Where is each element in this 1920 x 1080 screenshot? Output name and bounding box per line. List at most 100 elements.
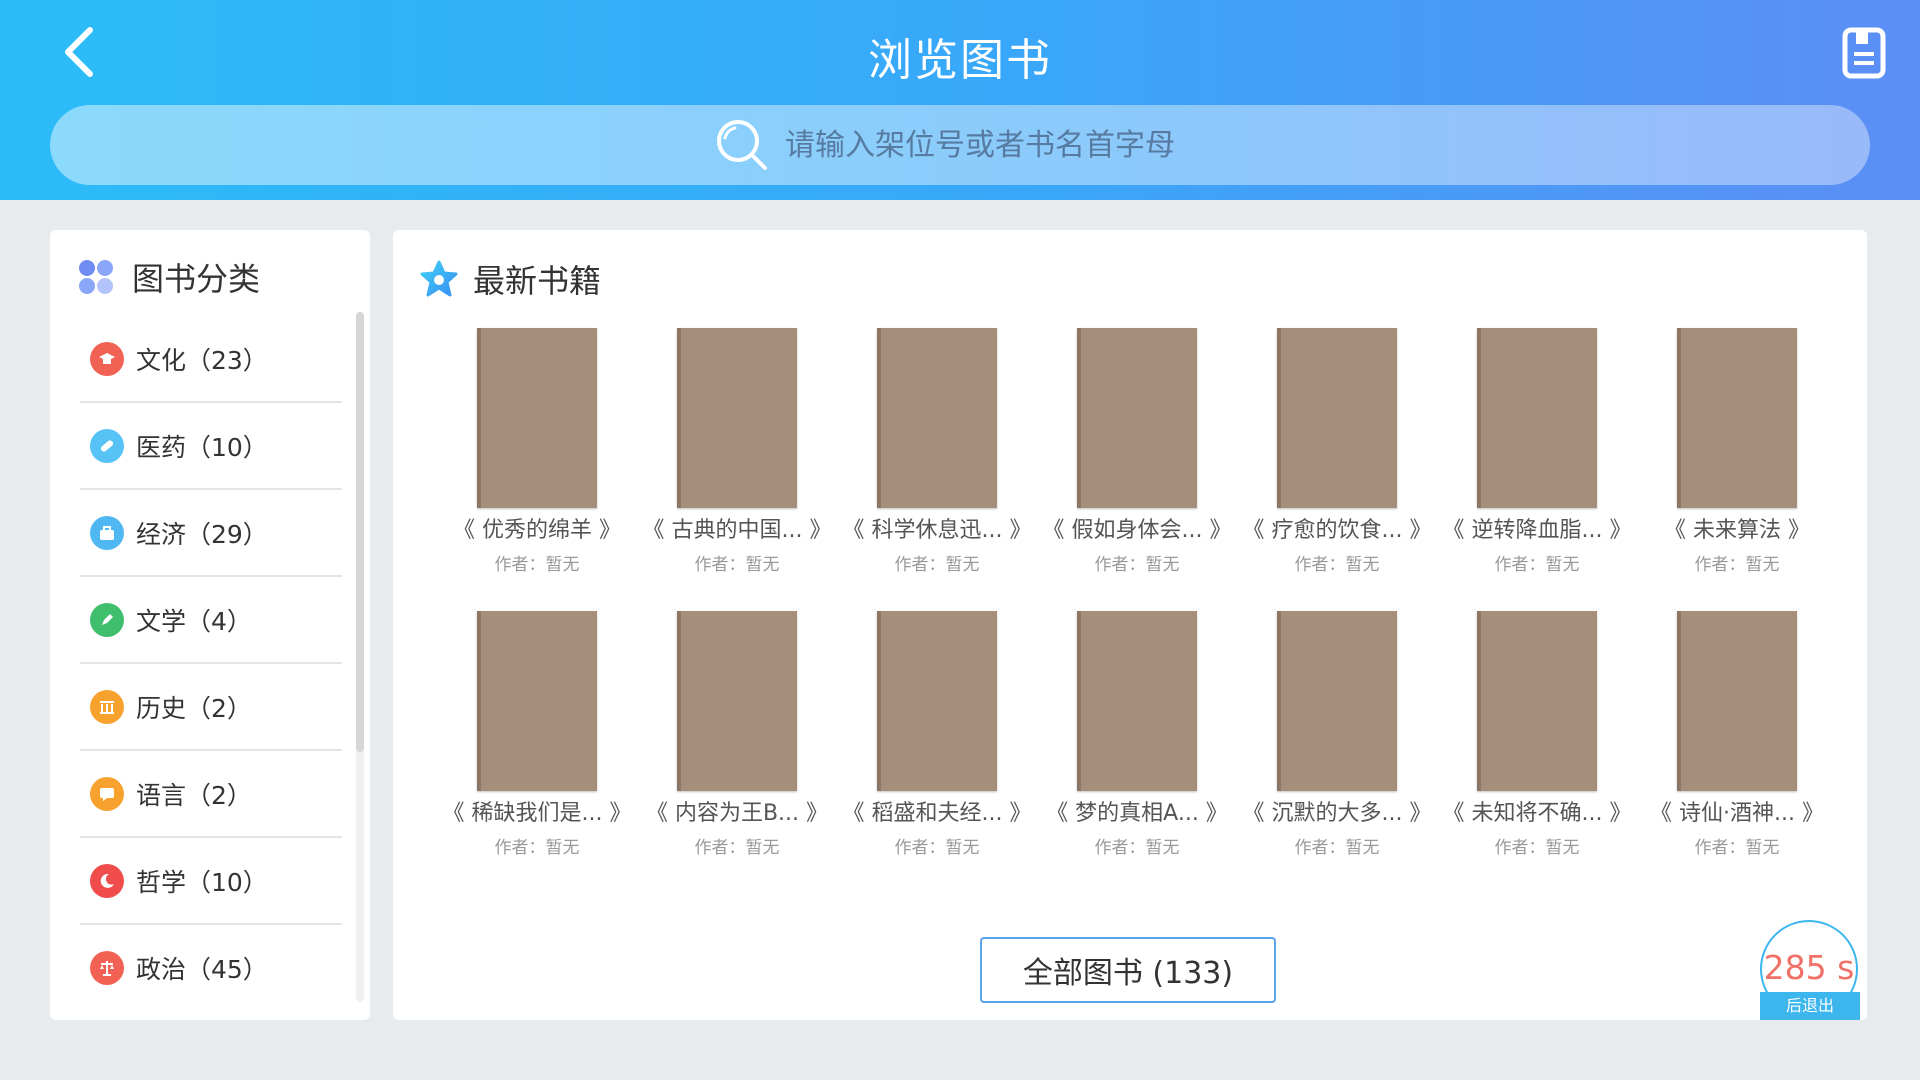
book-author: 作者：暂无 [1094, 555, 1180, 575]
main-title: 最新书籍 [473, 262, 602, 300]
latest-books-panel: 最新书籍 《 优秀的绵羊 》 作者：暂无 《 古典的中国... 》 作者：暂无 … [393, 230, 1867, 1020]
category-label: 哲学（10） [136, 867, 268, 897]
book-card[interactable]: 《 内容为王B... 》 作者：暂无 [637, 611, 837, 858]
graduation-cap-icon [90, 341, 124, 376]
category-label: 经济（29） [136, 519, 268, 549]
book-card[interactable]: 《 假如身体会... 》 作者：暂无 [1037, 328, 1237, 575]
book-card[interactable]: 《 梦的真相A... 》 作者：暂无 [1037, 611, 1237, 858]
book-title: 《 稻盛和夫经... 》 [842, 801, 1032, 826]
book-author: 作者：暂无 [694, 838, 780, 858]
category-item-culture[interactable]: 文化（23） [80, 316, 342, 403]
main-header: 最新书籍 [419, 256, 601, 302]
book-cover [1277, 611, 1397, 791]
all-books-button[interactable]: 全部图书 (133) [980, 937, 1276, 1003]
book-card[interactable]: 《 古典的中国... 》 作者：暂无 [637, 328, 837, 575]
book-card[interactable]: 《 稀缺我们是... 》 作者：暂无 [437, 611, 637, 858]
book-author: 作者：暂无 [1494, 838, 1580, 858]
timer-label: 后退出 [1760, 992, 1860, 1020]
category-label: 语言（2） [136, 780, 252, 810]
category-item-language[interactable]: 语言（2） [80, 751, 342, 838]
category-item-history[interactable]: 历史（2） [80, 664, 342, 751]
book-cover [877, 611, 997, 791]
speech-bubble-icon [90, 776, 124, 811]
search-input[interactable] [783, 126, 1207, 164]
sidebar-title: 图书分类 [132, 260, 261, 298]
book-title: 《 优秀的绵羊 》 [453, 518, 621, 543]
header-bar: 浏览图书 [0, 0, 1920, 200]
book-icon [1842, 27, 1886, 79]
book-title: 《 沉默的大多... 》 [1242, 801, 1432, 826]
book-cover [1477, 611, 1597, 791]
book-title: 《 古典的中国... 》 [642, 518, 832, 543]
briefcase-icon [90, 515, 124, 550]
book-cover [1277, 328, 1397, 508]
book-card[interactable]: 《 诗仙·酒神... 》 作者：暂无 [1637, 611, 1837, 858]
sidebar-header: 图书分类 [78, 254, 260, 300]
category-item-politics[interactable]: 政治（45） [80, 925, 342, 1010]
book-cover [1477, 328, 1597, 508]
book-title: 《 科学休息迅... 》 [842, 518, 1032, 543]
category-sidebar: 图书分类 文化（23） 医药（10） 经济（29） 文学（4） 历史（2） 语言… [50, 230, 370, 1020]
book-card[interactable]: 《 未来算法 》 作者：暂无 [1637, 328, 1837, 575]
book-card[interactable]: 《 稻盛和夫经... 》 作者：暂无 [837, 611, 1037, 858]
book-title: 《 未知将不确... 》 [1442, 801, 1632, 826]
book-title: 《 内容为王B... 》 [645, 801, 829, 826]
book-cover [877, 328, 997, 508]
book-card[interactable]: 《 沉默的大多... 》 作者：暂无 [1237, 611, 1437, 858]
book-author: 作者：暂无 [1094, 838, 1180, 858]
book-cover [677, 328, 797, 508]
book-cover [1077, 328, 1197, 508]
book-title: 《 稀缺我们是... 》 [442, 801, 632, 826]
book-author: 作者：暂无 [1494, 555, 1580, 575]
category-label: 医药（10） [136, 432, 268, 462]
timer-value: 285 s [1763, 948, 1855, 987]
book-author: 作者：暂无 [1294, 838, 1380, 858]
book-title: 《 诗仙·酒神... 》 [1650, 801, 1824, 826]
category-label: 文化（23） [136, 345, 268, 375]
category-item-medicine[interactable]: 医药（10） [80, 403, 342, 490]
search-bar[interactable] [50, 105, 1870, 185]
search-icon [717, 120, 767, 170]
book-card[interactable]: 《 疗愈的饮食... 》 作者：暂无 [1237, 328, 1437, 575]
book-title: 《 假如身体会... 》 [1042, 518, 1232, 543]
book-card[interactable]: 《 未知将不确... 》 作者：暂无 [1437, 611, 1637, 858]
book-author: 作者：暂无 [694, 555, 780, 575]
book-author: 作者：暂无 [894, 555, 980, 575]
book-card[interactable]: 《 科学休息迅... 》 作者：暂无 [837, 328, 1037, 575]
scrollbar-thumb[interactable] [356, 312, 364, 752]
page-title: 浏览图书 [868, 35, 1052, 86]
auto-exit-timer: 285 s 后退出 [1760, 920, 1860, 1020]
moon-icon [90, 863, 124, 898]
book-cover [1677, 611, 1797, 791]
book-cover [477, 611, 597, 791]
book-card[interactable]: 《 优秀的绵羊 》 作者：暂无 [437, 328, 637, 575]
columns-icon [90, 689, 124, 724]
category-item-economy[interactable]: 经济（29） [80, 490, 342, 577]
book-author: 作者：暂无 [494, 555, 580, 575]
book-cover [477, 328, 597, 508]
book-author: 作者：暂无 [1694, 838, 1780, 858]
sidebar-scrollbar[interactable] [356, 312, 364, 1002]
book-author: 作者：暂无 [1294, 555, 1380, 575]
book-author: 作者：暂无 [894, 838, 980, 858]
category-label: 文学（4） [136, 606, 252, 636]
book-title: 《 疗愈的饮食... 》 [1242, 518, 1432, 543]
grid-icon [79, 260, 113, 294]
book-title: 《 梦的真相A... 》 [1046, 801, 1228, 826]
book-cover [1077, 611, 1197, 791]
book-grid: 《 优秀的绵羊 》 作者：暂无 《 古典的中国... 》 作者：暂无 《 科学休… [437, 328, 1837, 858]
book-title: 《 未来算法 》 [1664, 518, 1810, 543]
book-card[interactable]: 《 逆转降血脂... 》 作者：暂无 [1437, 328, 1637, 575]
book-cover [677, 611, 797, 791]
category-item-philosophy[interactable]: 哲学（10） [80, 838, 342, 925]
book-list-button[interactable] [1836, 22, 1892, 84]
pencil-icon [90, 602, 124, 637]
category-list: 文化（23） 医药（10） 经济（29） 文学（4） 历史（2） 语言（2） 哲… [80, 316, 342, 1010]
category-item-literature[interactable]: 文学（4） [80, 577, 342, 664]
book-author: 作者：暂无 [494, 838, 580, 858]
category-label: 历史（2） [136, 693, 252, 723]
scale-icon [90, 950, 124, 985]
category-label: 政治（45） [136, 954, 268, 984]
book-author: 作者：暂无 [1694, 555, 1780, 575]
book-title: 《 逆转降血脂... 》 [1442, 518, 1632, 543]
